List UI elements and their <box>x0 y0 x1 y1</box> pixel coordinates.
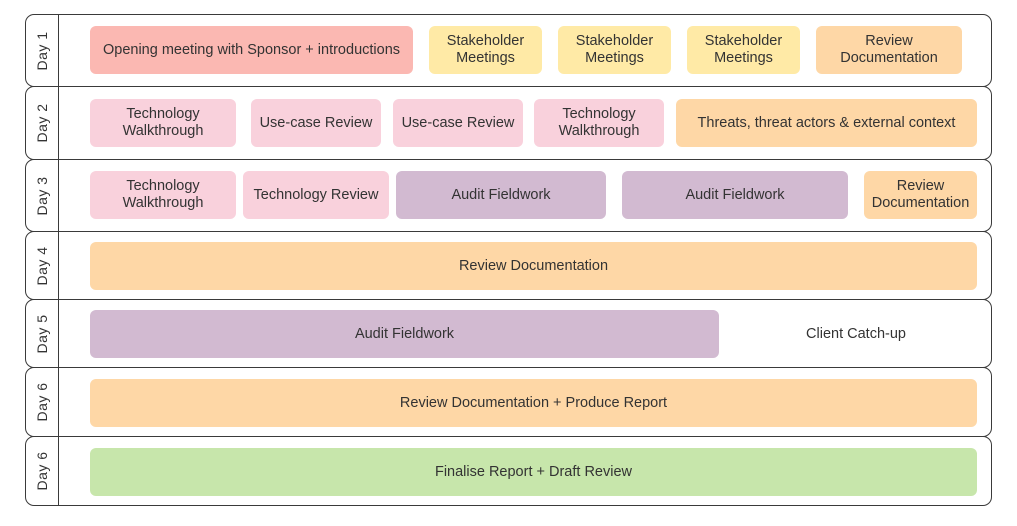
day-label: Day 1 <box>26 15 59 86</box>
task-block[interactable]: Threats, threat actors & external contex… <box>676 99 977 147</box>
task-block[interactable]: Review Documentation <box>816 26 962 74</box>
schedule-row-day-5: Day 5 Audit Fieldwork Client Catch-up <box>25 299 992 368</box>
task-block[interactable]: Finalise Report + Draft Review <box>90 448 977 496</box>
schedule-row-day-1: Day 1 Opening meeting with Sponsor + int… <box>25 14 992 87</box>
day-label-text: Day 3 <box>34 175 50 216</box>
day-label: Day 6 <box>26 437 59 505</box>
day-label: Day 6 <box>26 368 59 436</box>
day-label: Day 5 <box>26 300 59 367</box>
day-label-text: Day 1 <box>34 30 50 71</box>
task-block[interactable]: Audit Fieldwork <box>90 310 719 358</box>
day-label-text: Day 4 <box>34 245 50 286</box>
day-label: Day 4 <box>26 232 59 299</box>
task-block[interactable]: Audit Fieldwork <box>396 171 606 219</box>
task-block[interactable]: Use-case Review <box>393 99 523 147</box>
schedule-row-day-6-final: Day 6 Finalise Report + Draft Review <box>25 436 992 506</box>
day-label: Day 3 <box>26 160 59 231</box>
day-label: Day 2 <box>26 87 59 159</box>
task-block[interactable]: Review Documentation <box>864 171 977 219</box>
task-block[interactable]: Review Documentation + Produce Report <box>90 379 977 427</box>
schedule-row-day-4: Day 4 Review Documentation <box>25 231 992 300</box>
task-block[interactable]: Audit Fieldwork <box>622 171 848 219</box>
task-block[interactable]: Stakeholder Meetings <box>687 26 800 74</box>
day-label-text: Day 6 <box>34 451 50 491</box>
task-block[interactable]: Stakeholder Meetings <box>429 26 542 74</box>
schedule-row-day-6: Day 6 Review Documentation + Produce Rep… <box>25 367 992 437</box>
day-label-text: Day 5 <box>34 313 50 354</box>
day-label-text: Day 6 <box>34 382 50 422</box>
task-block[interactable]: Stakeholder Meetings <box>558 26 671 74</box>
day-label-text: Day 2 <box>34 103 50 143</box>
task-block[interactable]: Client Catch-up <box>735 310 977 358</box>
task-block[interactable]: Technology Walkthrough <box>90 99 236 147</box>
task-block[interactable]: Review Documentation <box>90 242 977 290</box>
task-block[interactable]: Technology Review <box>243 171 389 219</box>
schedule-row-day-2: Day 2 Technology Walkthrough Use-case Re… <box>25 86 992 160</box>
schedule-row-day-3: Day 3 Technology Walkthrough Technology … <box>25 159 992 232</box>
task-block[interactable]: Technology Walkthrough <box>534 99 664 147</box>
task-block[interactable]: Technology Walkthrough <box>90 171 236 219</box>
task-block[interactable]: Use-case Review <box>251 99 381 147</box>
task-block[interactable]: Opening meeting with Sponsor + introduct… <box>90 26 413 74</box>
